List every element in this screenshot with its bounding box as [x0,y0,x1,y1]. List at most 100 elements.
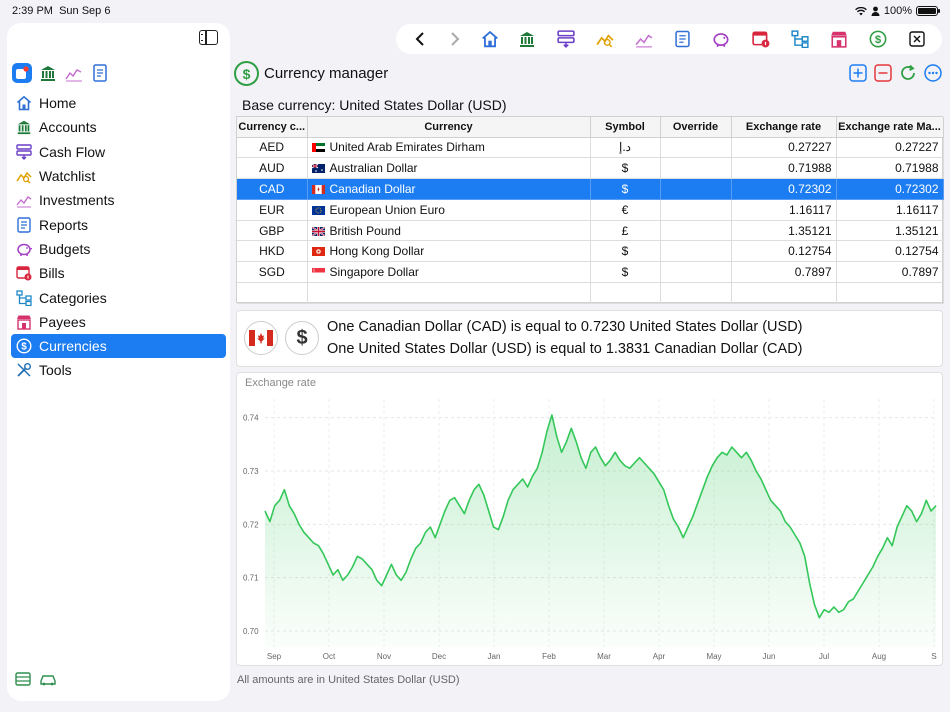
cell-override[interactable] [660,240,732,263]
cell-currency-name: Singapore Dollar [307,261,591,284]
flag-gb-icon [311,226,325,236]
sidebar-item-accounts[interactable]: Accounts [11,115,226,139]
canada-flag-badge [244,321,278,355]
add-currency-button[interactable] [849,64,867,82]
back-button[interactable] [402,24,437,54]
house-icon [15,94,33,112]
refresh-icon [901,64,915,80]
table-row[interactable]: AED United Arab Emirates Dirham د.إ 0.27227… [237,137,944,159]
cell-exchange-rate-market: 0.7897 [836,261,944,284]
y-tick-label: 0.72 [243,520,259,529]
table-row[interactable]: GBP British Pound £1.35121 1.35121 [237,220,944,242]
toolbar-close-button[interactable] [897,24,936,54]
more-options-button[interactable] [924,64,942,82]
sidebar-item-categories[interactable]: Categories [11,285,226,309]
conversion-line-1: One Canadian Dollar (CAD) is equal to 0.… [327,319,803,335]
table-row[interactable]: SGD Singapore Dollar $0.7897 0.7897 [237,261,944,284]
toolbar-categories-button[interactable] [780,24,819,54]
view-accounts-icon[interactable] [38,63,58,83]
toolbar-watchlist-button[interactable] [585,24,624,54]
sidebar-item-home[interactable]: Home [11,91,226,115]
column-header-exchange-rate-market[interactable]: Exchange rate Ma... [836,117,944,138]
hierarchy-icon [15,289,33,307]
currency-name-text: Canadian Dollar [329,181,416,196]
column-header-exchange-rate[interactable]: Exchange rate [731,117,837,138]
table-row[interactable]: CAD Canadian Dollar $0.72302 0.72302 [237,178,944,200]
sidebar-item-currencies[interactable]: $ Currencies [11,333,226,359]
sidebar-item-budgets[interactable]: Budgets [11,237,226,261]
car-icon[interactable] [39,672,57,691]
conversion-panel: $ One Canadian Dollar (CAD) is equal to … [236,310,943,367]
cell-currency-name: European Union Euro [307,199,591,221]
cell-exchange-rate: 0.71988 [731,157,837,180]
y-tick-label: 0.70 [243,627,259,636]
sidebar-toggle-icon[interactable] [199,30,218,45]
investments-chart-icon [635,34,652,48]
cell-override[interactable] [660,178,732,200]
table-row[interactable]: AUD Australian Dollar $0.71988 0.71988 [237,157,944,180]
canada-flag-icon [249,330,273,346]
sidebar-view-switcher [12,63,110,83]
table-row[interactable]: EUR European Union Euro €1.16117 1.16117 [237,199,944,221]
wifi-icon [854,6,867,15]
ellipsis-circle-icon [924,64,942,82]
refresh-rates-button[interactable] [899,64,917,82]
cell-currency-name: Hong Kong Dollar [307,240,591,263]
report-doc-icon [675,30,690,48]
cell-override[interactable] [660,157,732,180]
cell-currency-code: SGD [237,261,308,284]
column-header-currency-code[interactable]: Currency c... [237,117,308,138]
toolbar-currencies-button[interactable]: $ [858,24,897,54]
toolbar-budgets-button[interactable] [702,24,741,54]
toolbar-payees-button[interactable] [819,24,858,54]
cell-exchange-rate-market: 0.27227 [836,137,944,159]
sidebar-item-watchlist[interactable]: Watchlist [11,164,226,188]
sidebar-item-investments[interactable]: Investments [11,188,226,212]
sidebar-item-bills[interactable]: Bills [11,261,226,285]
view-reports-icon[interactable] [90,63,110,83]
chart-title: Exchange rate [245,377,316,389]
toolbar-reports-button[interactable] [663,24,702,54]
column-header-symbol[interactable]: Symbol [590,117,661,138]
piggy-bank-icon [713,33,729,47]
toolbar-cash-flow-button[interactable] [546,24,585,54]
cell-override[interactable] [660,261,732,284]
sidebar-item-label: Categories [39,289,107,306]
cell-exchange-rate: 1.16117 [731,199,837,221]
piggy-bank-icon [15,240,33,258]
cell-override[interactable] [660,199,732,221]
report-doc-icon [15,216,33,234]
toolbar-bills-button[interactable] [741,24,780,54]
cell-symbol: $ [590,157,661,180]
footnote: All amounts are in United States Dollar … [237,674,460,686]
x-tick-label: Feb [542,652,556,661]
toolbar-accounts-button[interactable] [507,24,546,54]
ledger-icon[interactable] [15,672,31,691]
investments-chart-icon [15,191,33,209]
flag-hk-icon [311,247,325,257]
remove-currency-button[interactable] [874,64,892,82]
sidebar-item-label: Watchlist [39,168,96,185]
page-header: $ Currency manager [233,60,950,88]
toolbar-home-button[interactable] [472,24,507,54]
status-time: 2:39 PM Sun Sep 6 [12,5,110,17]
sidebar-item-payees[interactable]: Payees [11,310,226,334]
table-empty-row [237,282,944,304]
column-header-currency[interactable]: Currency [307,117,591,138]
cell-override[interactable] [660,137,732,159]
toolbar-investments-button[interactable] [624,24,663,54]
sidebar-item-tools[interactable]: Tools [11,358,226,382]
svg-text:$: $ [874,34,881,46]
view-overview-icon[interactable] [12,63,32,83]
cell-override[interactable] [660,220,732,242]
sidebar-item-reports[interactable]: Reports [11,212,226,236]
cell-currency-code: AED [237,137,308,159]
view-investments-icon[interactable] [64,63,84,83]
forward-button[interactable] [437,24,472,54]
sidebar-item-cash-flow[interactable]: Cash Flow [11,140,226,164]
column-header-override[interactable]: Override [660,117,732,138]
flag-ae-icon [311,143,325,153]
table-row[interactable]: HKD Hong Kong Dollar $0.12754 0.12754 [237,240,944,263]
base-currency-label: Base currency: United States Dollar (USD… [242,97,507,113]
sidebar-item-label: Investments [39,192,115,209]
